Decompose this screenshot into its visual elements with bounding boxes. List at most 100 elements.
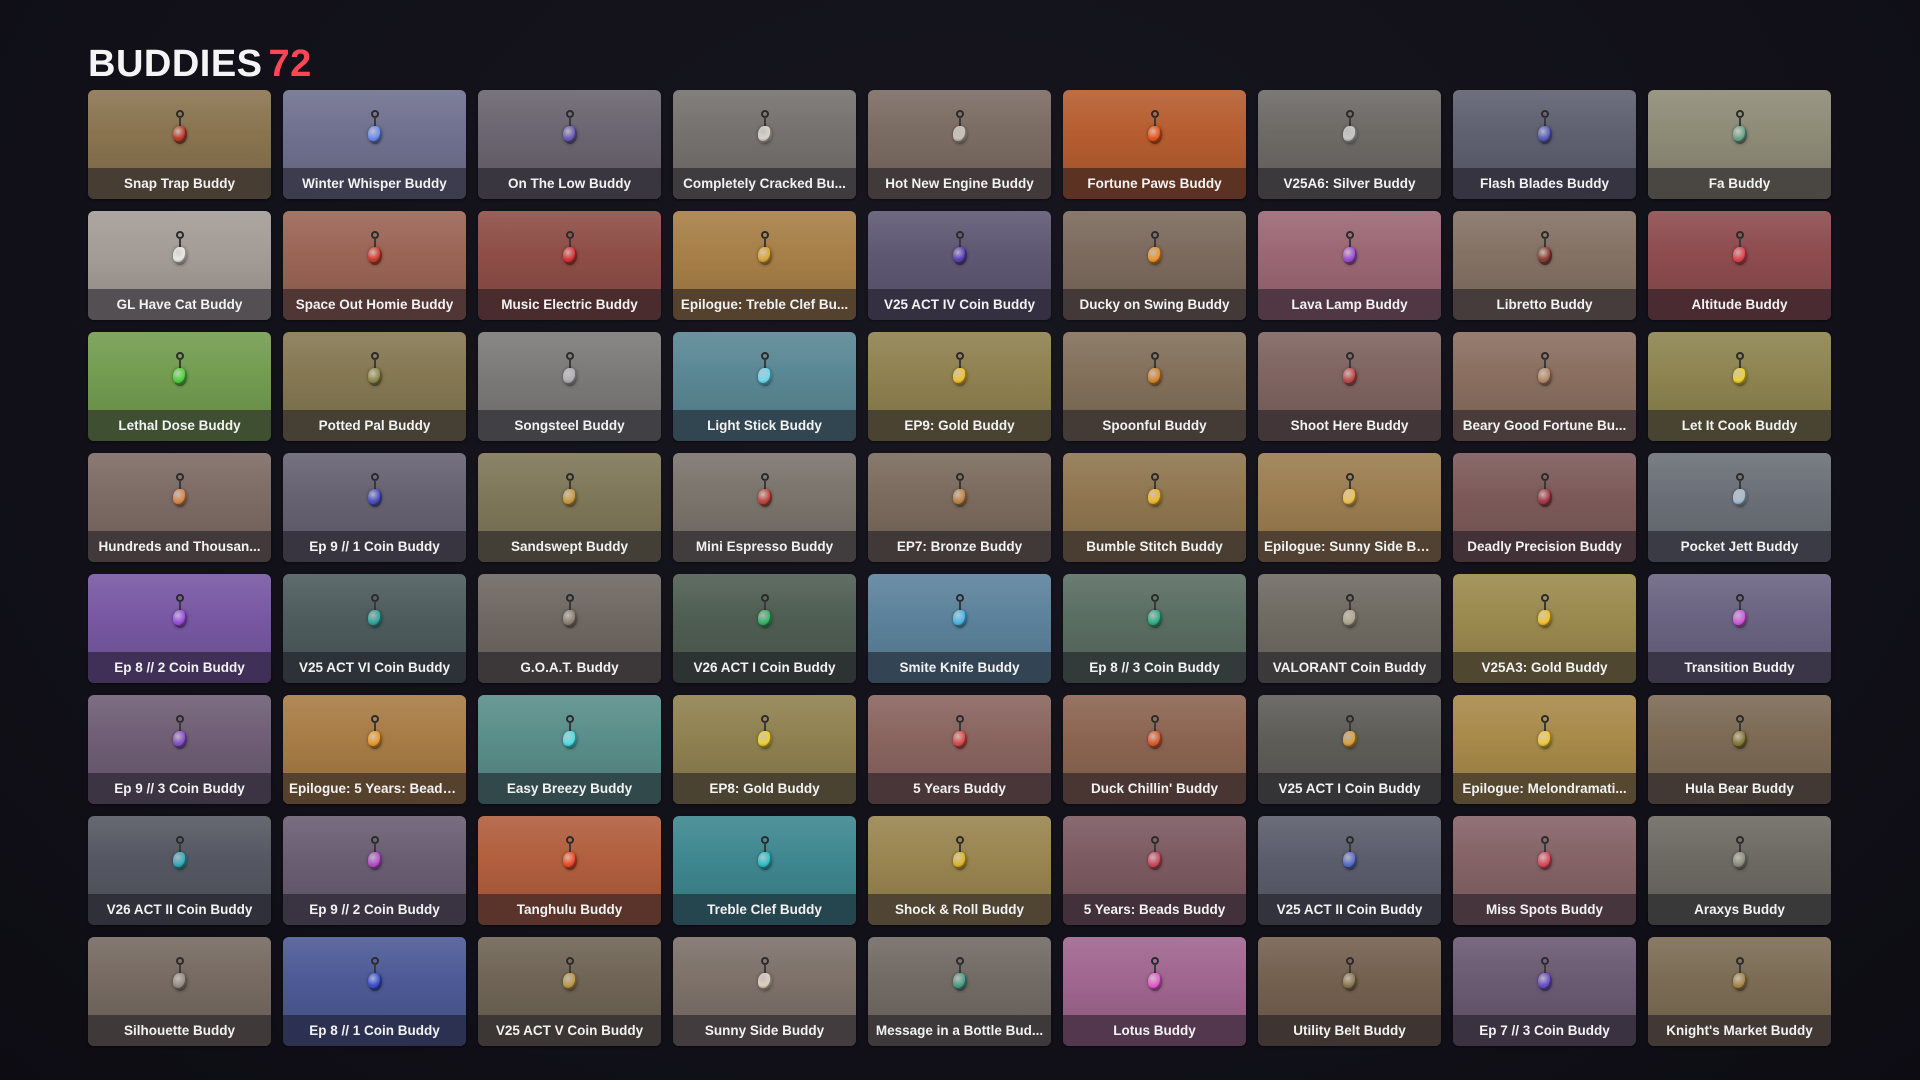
- buddy-card[interactable]: Ep 9 // 3 Coin Buddy: [88, 695, 271, 804]
- buddy-card[interactable]: Fa Buddy: [1648, 90, 1831, 199]
- buddy-card[interactable]: V25 ACT V Coin Buddy: [478, 937, 661, 1046]
- buddy-card[interactable]: Potted Pal Buddy: [283, 332, 466, 441]
- buddy-art: [478, 574, 661, 652]
- buddy-card[interactable]: Libretto Buddy: [1453, 211, 1636, 320]
- fa-charm-icon: [1731, 110, 1749, 148]
- buddy-art: [1063, 332, 1246, 410]
- buddy-art: [673, 211, 856, 289]
- buddy-name: Ep 7 // 3 Coin Buddy: [1453, 1015, 1636, 1046]
- buddy-card[interactable]: Winter Whisper Buddy: [283, 90, 466, 199]
- buddy-card[interactable]: Music Electric Buddy: [478, 211, 661, 320]
- buddy-card[interactable]: Smite Knife Buddy: [868, 574, 1051, 683]
- buddy-name: Shock & Roll Buddy: [868, 894, 1051, 925]
- coin-charm-icon: [366, 836, 384, 874]
- buddy-card[interactable]: Sunny Side Buddy: [673, 937, 856, 1046]
- buddy-card[interactable]: VALORANT Coin Buddy: [1258, 574, 1441, 683]
- buddy-card[interactable]: 5 Years Buddy: [868, 695, 1051, 804]
- buddy-card[interactable]: Lotus Buddy: [1063, 937, 1246, 1046]
- buddy-art: [478, 937, 661, 1015]
- buddy-card[interactable]: Tanghulu Buddy: [478, 816, 661, 925]
- buddy-card[interactable]: Epilogue: Treble Clef Bu...: [673, 211, 856, 320]
- buddy-card[interactable]: V25 ACT I Coin Buddy: [1258, 695, 1441, 804]
- buddy-card[interactable]: Treble Clef Buddy: [673, 816, 856, 925]
- buddy-card[interactable]: Mini Espresso Buddy: [673, 453, 856, 562]
- buddy-card[interactable]: Epilogue: Sunny Side Bu...: [1258, 453, 1441, 562]
- buddy-card[interactable]: Lava Lamp Buddy: [1258, 211, 1441, 320]
- buddy-grid: Snap Trap Buddy Winter Whisper Buddy On Th…: [88, 90, 1831, 1046]
- buddy-art: [1258, 937, 1441, 1015]
- buddy-card[interactable]: V26 ACT II Coin Buddy: [88, 816, 271, 925]
- buddy-card[interactable]: Completely Cracked Bu...: [673, 90, 856, 199]
- buddy-card[interactable]: EP9: Gold Buddy: [868, 332, 1051, 441]
- buddy-card[interactable]: Space Out Homie Buddy: [283, 211, 466, 320]
- buddy-card[interactable]: Ep 8 // 2 Coin Buddy: [88, 574, 271, 683]
- buddy-name: Ep 9 // 2 Coin Buddy: [283, 894, 466, 925]
- buddy-card[interactable]: Ep 8 // 1 Coin Buddy: [283, 937, 466, 1046]
- buddy-card[interactable]: Fortune Paws Buddy: [1063, 90, 1246, 199]
- buddy-card[interactable]: Utility Belt Buddy: [1258, 937, 1441, 1046]
- buddy-card[interactable]: Hot New Engine Buddy: [868, 90, 1051, 199]
- buddy-card[interactable]: EP7: Bronze Buddy: [868, 453, 1051, 562]
- buddy-card[interactable]: Miss Spots Buddy: [1453, 816, 1636, 925]
- buddy-card[interactable]: Altitude Buddy: [1648, 211, 1831, 320]
- buddy-card[interactable]: Duck Chillin' Buddy: [1063, 695, 1246, 804]
- buddy-card[interactable]: Lethal Dose Buddy: [88, 332, 271, 441]
- buddy-name: Songsteel Buddy: [478, 410, 661, 441]
- buddy-card[interactable]: Snap Trap Buddy: [88, 90, 271, 199]
- buddy-card[interactable]: GL Have Cat Buddy: [88, 211, 271, 320]
- buddy-card[interactable]: Hula Bear Buddy: [1648, 695, 1831, 804]
- buddy-card[interactable]: Sandswept Buddy: [478, 453, 661, 562]
- buddy-card[interactable]: 5 Years: Beads Buddy: [1063, 816, 1246, 925]
- buddy-name: Sunny Side Buddy: [673, 1015, 856, 1046]
- buddy-card[interactable]: Let It Cook Buddy: [1648, 332, 1831, 441]
- buddy-name: Epilogue: Treble Clef Bu...: [673, 289, 856, 320]
- buddy-card[interactable]: Flash Blades Buddy: [1453, 90, 1636, 199]
- buddy-art: [1453, 937, 1636, 1015]
- buddy-card[interactable]: Epilogue: Melondramati...: [1453, 695, 1636, 804]
- buddy-card[interactable]: V25 ACT II Coin Buddy: [1258, 816, 1441, 925]
- buddy-card[interactable]: Hundreds and Thousan...: [88, 453, 271, 562]
- buddy-name: Shoot Here Buddy: [1258, 410, 1441, 441]
- light-stick-charm-icon: [756, 352, 774, 390]
- buddy-card[interactable]: V25 ACT IV Coin Buddy: [868, 211, 1051, 320]
- buddy-card[interactable]: Ep 9 // 2 Coin Buddy: [283, 816, 466, 925]
- buddy-card[interactable]: Silhouette Buddy: [88, 937, 271, 1046]
- buddy-card[interactable]: V25A3: Gold Buddy: [1453, 574, 1636, 683]
- buddy-card[interactable]: Transition Buddy: [1648, 574, 1831, 683]
- buddy-card[interactable]: Epilogue: 5 Years: Beads...: [283, 695, 466, 804]
- buddy-card[interactable]: Deadly Precision Buddy: [1453, 453, 1636, 562]
- buddy-card[interactable]: Spoonful Buddy: [1063, 332, 1246, 441]
- buddy-card[interactable]: Songsteel Buddy: [478, 332, 661, 441]
- buddy-card[interactable]: V25 ACT VI Coin Buddy: [283, 574, 466, 683]
- buddy-card[interactable]: Ducky on Swing Buddy: [1063, 211, 1246, 320]
- buddy-name: Hundreds and Thousan...: [88, 531, 271, 562]
- buddy-card[interactable]: Message in a Bottle Bud...: [868, 937, 1051, 1046]
- buddy-card[interactable]: Knight's Market Buddy: [1648, 937, 1831, 1046]
- buddy-art: [673, 816, 856, 894]
- buddy-art: [1648, 695, 1831, 773]
- buddy-card[interactable]: V25A6: Silver Buddy: [1258, 90, 1441, 199]
- buddy-name: Silhouette Buddy: [88, 1015, 271, 1046]
- buddy-card[interactable]: On The Low Buddy: [478, 90, 661, 199]
- buddy-card[interactable]: Pocket Jett Buddy: [1648, 453, 1831, 562]
- buddies-collection-page: BUDDIES 72 Snap Trap Buddy Winter Whisper …: [0, 0, 1920, 1080]
- buddy-art: [673, 937, 856, 1015]
- buddy-card[interactable]: V26 ACT I Coin Buddy: [673, 574, 856, 683]
- coin-charm-icon: [1536, 957, 1554, 995]
- buddy-card[interactable]: Bumble Stitch Buddy: [1063, 453, 1246, 562]
- buddy-card[interactable]: Ep 7 // 3 Coin Buddy: [1453, 937, 1636, 1046]
- buddy-card[interactable]: G.O.A.T. Buddy: [478, 574, 661, 683]
- buddy-card[interactable]: Shock & Roll Buddy: [868, 816, 1051, 925]
- buddy-card[interactable]: Easy Breezy Buddy: [478, 695, 661, 804]
- buddy-card[interactable]: Beary Good Fortune Bu...: [1453, 332, 1636, 441]
- buddy-card[interactable]: Shoot Here Buddy: [1258, 332, 1441, 441]
- buddy-name: Fortune Paws Buddy: [1063, 168, 1246, 199]
- buddy-name: Completely Cracked Bu...: [673, 168, 856, 199]
- buddy-name: Transition Buddy: [1648, 652, 1831, 683]
- buddy-card[interactable]: Light Stick Buddy: [673, 332, 856, 441]
- buddy-card[interactable]: EP8: Gold Buddy: [673, 695, 856, 804]
- buddy-card[interactable]: Ep 9 // 1 Coin Buddy: [283, 453, 466, 562]
- buddy-card[interactable]: Araxys Buddy: [1648, 816, 1831, 925]
- buddy-name: G.O.A.T. Buddy: [478, 652, 661, 683]
- buddy-card[interactable]: Ep 8 // 3 Coin Buddy: [1063, 574, 1246, 683]
